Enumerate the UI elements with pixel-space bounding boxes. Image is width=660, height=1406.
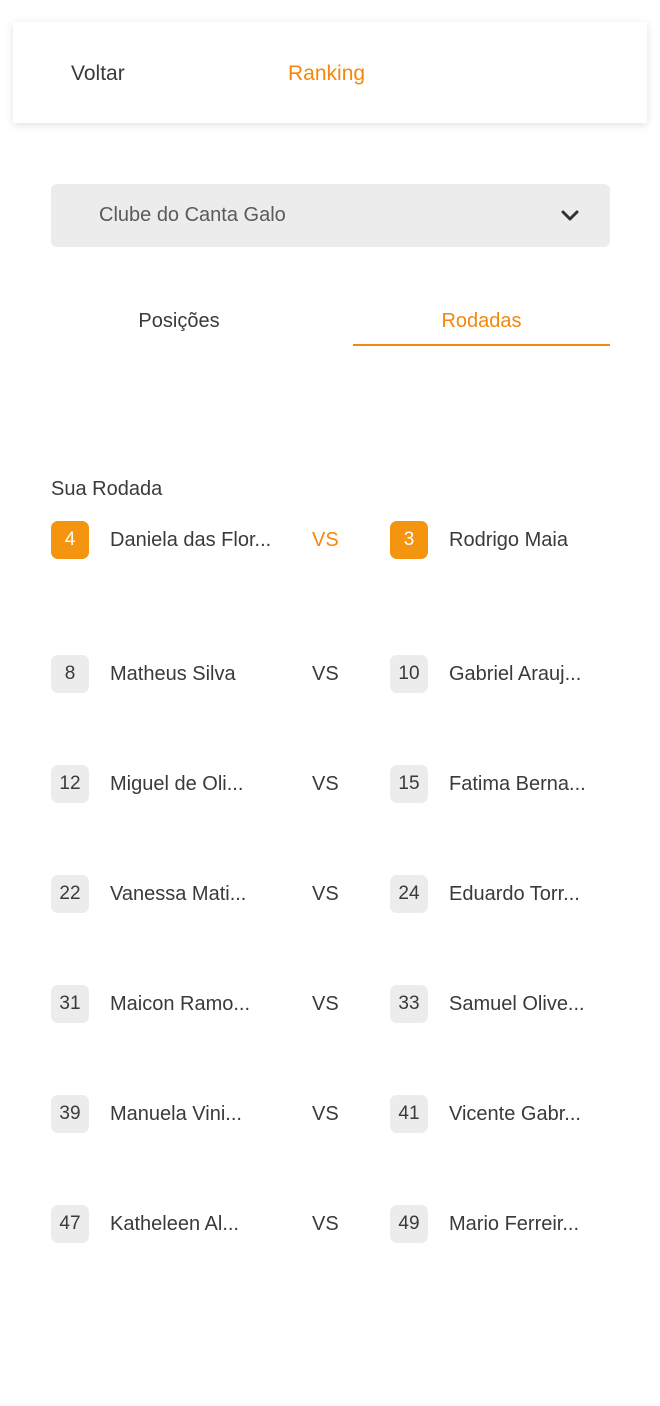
right-position-badge: 33 <box>390 985 428 1023</box>
right-player-name: Vicente Gabr... <box>449 1103 581 1125</box>
active-tab-indicator <box>353 344 610 346</box>
left-position-badge: 39 <box>51 1095 89 1133</box>
match-row[interactable]: 39 Manuela Vini... VS 41 Vicente Gabr... <box>51 1095 611 1133</box>
left-player-name: Matheus Silva <box>110 663 236 685</box>
vs-label: VS <box>312 883 339 905</box>
right-player-name: Fatima Berna... <box>449 773 586 795</box>
left-player-name: Miguel de Oli... <box>110 773 244 795</box>
your-round-label: Sua Rodada <box>51 478 163 500</box>
back-link[interactable]: Voltar <box>71 62 125 86</box>
vs-label: VS <box>312 663 339 685</box>
vs-label: VS <box>312 1103 339 1125</box>
left-player-name: Maicon Ramo... <box>110 993 251 1015</box>
right-position-badge: 49 <box>390 1205 428 1243</box>
vs-label: VS <box>312 993 339 1015</box>
left-position-badge: 4 <box>51 521 89 559</box>
match-row[interactable]: 12 Miguel de Oli... VS 15 Fatima Berna..… <box>51 765 611 803</box>
vs-label: VS <box>312 529 339 551</box>
left-position-badge: 8 <box>51 655 89 693</box>
right-position-badge: 15 <box>390 765 428 803</box>
match-row[interactable]: 31 Maicon Ramo... VS 33 Samuel Olive... <box>51 985 611 1023</box>
left-player-name: Vanessa Mati... <box>110 883 247 905</box>
club-select-value: Clube do Canta Galo <box>99 204 286 226</box>
tab-positions[interactable]: Posições <box>51 310 307 333</box>
tab-rounds[interactable]: Rodadas <box>353 310 610 333</box>
left-position-badge: 12 <box>51 765 89 803</box>
left-player-name: Manuela Vini... <box>110 1103 242 1125</box>
left-player-name: Daniela das Flor... <box>110 529 272 551</box>
top-bar: Voltar Ranking <box>13 22 647 123</box>
left-position-badge: 22 <box>51 875 89 913</box>
left-position-badge: 47 <box>51 1205 89 1243</box>
vs-label: VS <box>312 1213 339 1235</box>
chevron-down-icon <box>561 210 579 221</box>
right-position-badge: 24 <box>390 875 428 913</box>
right-player-name: Samuel Olive... <box>449 993 585 1015</box>
match-row[interactable]: 22 Vanessa Mati... VS 24 Eduardo Torr... <box>51 875 611 913</box>
right-player-name: Gabriel Arauj... <box>449 663 582 685</box>
match-row[interactable]: 47 Katheleen Al... VS 49 Mario Ferreir..… <box>51 1205 611 1243</box>
right-position-badge: 3 <box>390 521 428 559</box>
your-round-match[interactable]: 4 Daniela das Flor... VS 3 Rodrigo Maia <box>51 521 611 559</box>
right-position-badge: 10 <box>390 655 428 693</box>
vs-label: VS <box>312 773 339 795</box>
left-player-name: Katheleen Al... <box>110 1213 239 1235</box>
page-title: Ranking <box>288 62 366 85</box>
right-player-name: Rodrigo Maia <box>449 529 568 551</box>
right-player-name: Mario Ferreir... <box>449 1213 580 1235</box>
left-position-badge: 31 <box>51 985 89 1023</box>
right-player-name: Eduardo Torr... <box>449 883 580 905</box>
right-position-badge: 41 <box>390 1095 428 1133</box>
club-select[interactable]: Clube do Canta Galo <box>51 184 610 247</box>
match-row[interactable]: 8 Matheus Silva VS 10 Gabriel Arauj... <box>51 655 611 693</box>
